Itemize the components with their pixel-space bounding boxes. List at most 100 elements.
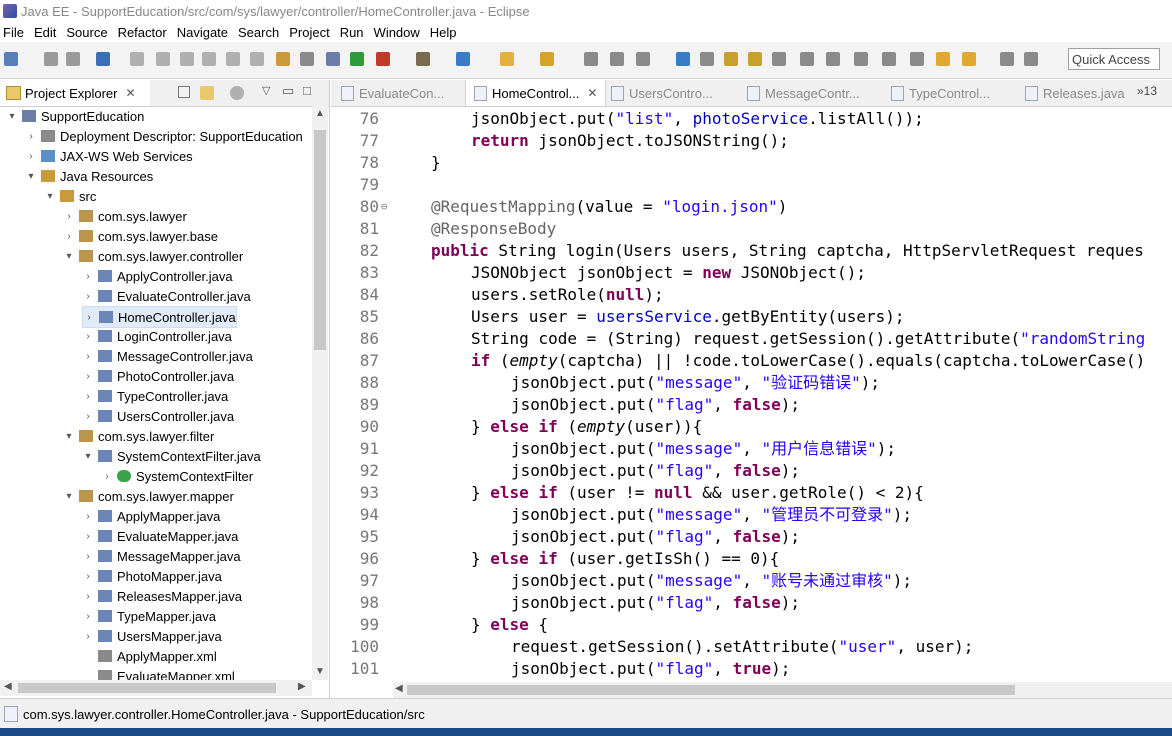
menu-source[interactable]: Source — [66, 25, 107, 40]
collapsed-arrow-icon[interactable]: › — [82, 291, 94, 302]
tree-item[interactable]: › com.sys.lawyer — [63, 206, 187, 226]
editor-tab[interactable]: Releases.java — [1021, 80, 1129, 106]
code-line[interactable]: jsonObject.put("flag", false); — [431, 592, 800, 614]
tree-item[interactable]: ▾ SystemContextFilter.java — [82, 446, 260, 466]
code-line[interactable]: } else if (user != null && user.getRole(… — [431, 482, 924, 504]
toolbar-button-icon[interactable] — [202, 52, 216, 66]
code-line[interactable]: jsonObject.put("message", "管理员不可登录"); — [431, 504, 912, 526]
expanded-arrow-icon[interactable]: ▾ — [63, 251, 75, 262]
collapsed-arrow-icon[interactable]: › — [83, 312, 95, 323]
toolbar-button-icon[interactable] — [250, 52, 264, 66]
code-line[interactable]: jsonObject.put("message", "验证码错误"); — [431, 372, 880, 394]
close-icon[interactable]: ✕ — [125, 86, 135, 100]
tree-item[interactable]: › UsersController.java — [82, 406, 234, 426]
menu-help[interactable]: Help — [430, 25, 457, 40]
collapsed-arrow-icon[interactable]: › — [82, 331, 94, 342]
code-line[interactable]: users.setRole(null); — [431, 284, 664, 306]
menu-project[interactable]: Project — [289, 25, 329, 40]
tree-item[interactable]: ▾ com.sys.lawyer.filter — [63, 426, 214, 446]
collapsed-arrow-icon[interactable]: › — [82, 631, 94, 642]
toolbar-button-icon[interactable] — [44, 52, 58, 66]
toolbar-button-icon[interactable] — [826, 52, 840, 66]
tree-item[interactable]: › ApplyMapper.java — [82, 506, 220, 526]
tree-item[interactable]: › Deployment Descriptor: SupportEducation — [25, 126, 302, 146]
collapsed-arrow-icon[interactable]: › — [63, 211, 75, 222]
toolbar-button-icon[interactable] — [130, 52, 144, 66]
toolbar-button-icon[interactable] — [962, 52, 976, 66]
collapsed-arrow-icon[interactable]: › — [82, 551, 94, 562]
tree-item[interactable]: › TypeController.java — [82, 386, 228, 406]
code-line[interactable]: jsonObject.put("message", "账号未通过审核"); — [431, 570, 912, 592]
collapsed-arrow-icon[interactable]: › — [82, 531, 94, 542]
collapsed-arrow-icon[interactable]: › — [25, 131, 37, 142]
tree-item[interactable]: › com.sys.lawyer.base — [63, 226, 218, 246]
fold-toggle-icon[interactable]: ⊖ — [381, 200, 388, 213]
tree-item[interactable]: ▾ com.sys.lawyer.controller — [63, 246, 243, 266]
menu-file[interactable]: File — [3, 25, 24, 40]
code-line[interactable]: jsonObject.put("message", "用户信息错误"); — [431, 438, 896, 460]
menu-edit[interactable]: Edit — [34, 25, 56, 40]
code-line[interactable]: Users user = usersService.getByEntity(us… — [431, 306, 904, 328]
expanded-arrow-icon[interactable]: ▾ — [63, 491, 75, 502]
close-icon[interactable]: ✕ — [587, 86, 597, 100]
tree-item[interactable]: › HomeController.java — [82, 306, 237, 328]
expanded-arrow-icon[interactable]: ▾ — [63, 431, 75, 442]
tree-item[interactable]: › PhotoMapper.java — [82, 566, 221, 586]
collapsed-arrow-icon[interactable]: › — [82, 391, 94, 402]
toolbar-button-icon[interactable] — [66, 52, 80, 66]
toolbar-button-icon[interactable] — [1024, 52, 1038, 66]
code-line[interactable]: jsonObject.put("flag", false); — [431, 526, 800, 548]
tree-item[interactable]: › EvaluateMapper.java — [82, 526, 238, 546]
toolbar-button-icon[interactable] — [226, 52, 240, 66]
tab-project-explorer[interactable]: Project Explorer ✕ — [0, 80, 150, 106]
editor-horizontal-scrollbar[interactable]: ◀ — [393, 682, 1172, 698]
code-area[interactable]: 76 77 78 79 80 ⊖ 81 82 83 84 85 86 87 88 89 90 91 92 93 94 9… — [331, 106, 1172, 682]
toolbar-button-icon[interactable] — [772, 52, 786, 66]
tree-item[interactable]: EvaluateMapper.xml — [82, 666, 235, 680]
toolbar-button-icon[interactable] — [910, 52, 924, 66]
toolbar-button-icon[interactable] — [156, 52, 170, 66]
tree-horizontal-scrollbar[interactable]: ◀ ▶ — [0, 680, 312, 696]
toolbar-button-icon[interactable] — [724, 52, 738, 66]
tree-item[interactable]: › MessageController.java — [82, 346, 253, 366]
tab-overflow[interactable]: »13 — [1137, 84, 1157, 98]
link-editor-icon[interactable] — [200, 86, 214, 100]
tree-item[interactable]: ▾ com.sys.lawyer.mapper — [63, 486, 233, 506]
menu-search[interactable]: Search — [238, 25, 279, 40]
collapsed-arrow-icon[interactable]: › — [82, 591, 94, 602]
collapsed-arrow-icon[interactable]: › — [82, 351, 94, 362]
tree-item[interactable]: › JAX-WS Web Services — [25, 146, 192, 166]
collapse-all-icon[interactable] — [178, 86, 190, 98]
maximize-icon[interactable]: □ — [303, 83, 311, 98]
editor-tab[interactable]: UsersContro... — [607, 80, 717, 106]
tree-item[interactable]: ▾ SupportEducation — [6, 106, 144, 126]
code-line[interactable]: String code = (String) request.getSessio… — [431, 328, 1145, 350]
toolbar-button-icon[interactable] — [800, 52, 814, 66]
editor-tab[interactable]: TypeControl... — [887, 80, 994, 106]
code-line[interactable]: jsonObject.put("flag", false); — [431, 394, 800, 416]
expanded-arrow-icon[interactable]: ▾ — [25, 171, 37, 182]
editor-tab[interactable]: EvaluateCon... — [337, 80, 448, 106]
toolbar-button-icon[interactable] — [276, 52, 290, 66]
filter-icon[interactable] — [230, 86, 244, 100]
collapsed-arrow-icon[interactable]: › — [82, 511, 94, 522]
tree-item[interactable]: › SystemContextFilter — [101, 466, 253, 486]
code-line[interactable]: return jsonObject.toJSONString(); — [431, 130, 789, 152]
toolbar-button-icon[interactable] — [540, 52, 554, 66]
collapsed-arrow-icon[interactable]: › — [82, 411, 94, 422]
code-line[interactable]: jsonObject.put("flag", false); — [431, 460, 800, 482]
tree-item[interactable]: › UsersMapper.java — [82, 626, 221, 646]
toolbar-button-icon[interactable] — [1000, 52, 1014, 66]
tree-item[interactable]: › ApplyController.java — [82, 266, 232, 286]
toolbar-button-icon[interactable] — [500, 52, 514, 66]
code-line[interactable]: jsonObject.put("list", photoService.list… — [431, 108, 924, 130]
tree-item[interactable]: ▾ Java Resources — [25, 166, 153, 186]
code-line[interactable]: if (empty(captcha) || !code.toLowerCase(… — [431, 350, 1145, 372]
collapsed-arrow-icon[interactable]: › — [82, 571, 94, 582]
toolbar-button-icon[interactable] — [300, 52, 314, 66]
toolbar-button-icon[interactable] — [882, 52, 896, 66]
tree-item[interactable]: › TypeMapper.java — [82, 606, 216, 626]
toolbar-button-icon[interactable] — [456, 52, 470, 66]
menu-window[interactable]: Window — [374, 25, 420, 40]
toolbar-button-icon[interactable] — [700, 52, 714, 66]
